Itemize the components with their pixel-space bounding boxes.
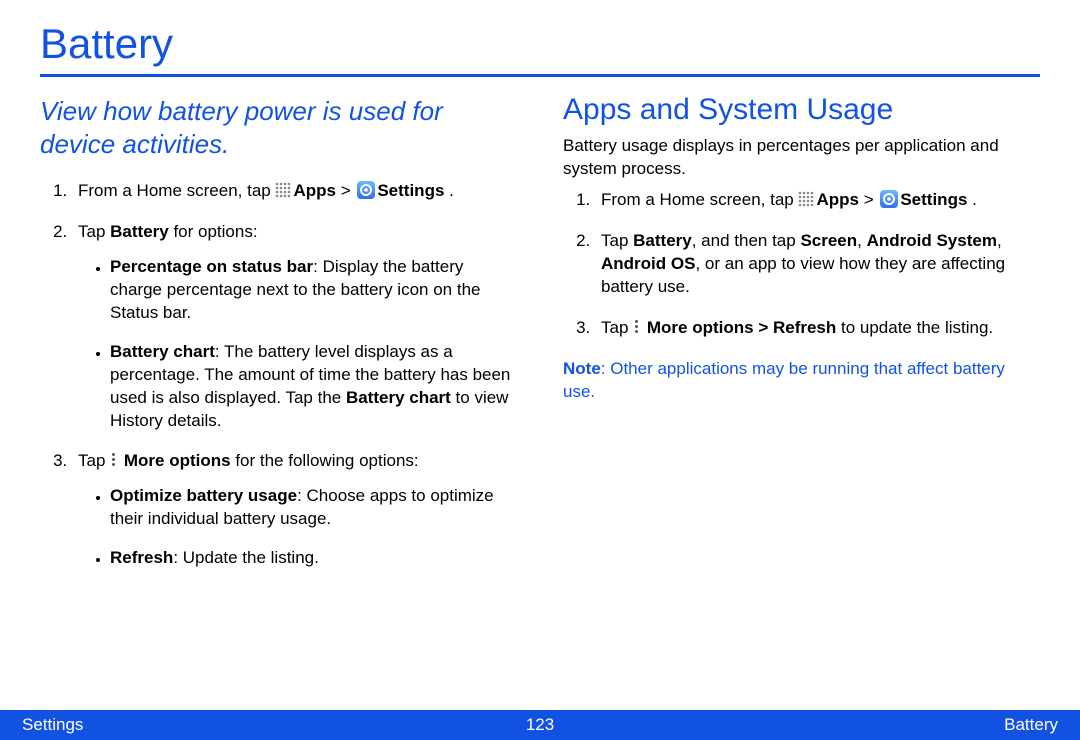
more-options-icon — [635, 318, 638, 335]
section-intro: Battery usage displays in percentages pe… — [563, 135, 1040, 181]
page-title: Battery — [40, 20, 1040, 68]
bullet-optimize: Optimize battery usage: Choose apps to o… — [110, 485, 517, 531]
gt: > — [336, 181, 355, 200]
text: Tap — [78, 451, 110, 470]
right-steps: From a Home screen, tap Apps > — [563, 189, 1040, 340]
apps-label: Apps — [816, 190, 859, 209]
left-column: View how battery power is used for devic… — [40, 95, 517, 588]
note-text: : Other applications may be running that… — [563, 359, 1005, 401]
text: for options: — [169, 222, 258, 241]
note-label: Note — [563, 359, 601, 378]
b-text: : Update the listing. — [173, 548, 319, 567]
b-title: Optimize battery usage — [110, 486, 297, 505]
title-rule — [40, 74, 1040, 77]
settings-gear-icon — [357, 181, 375, 199]
footer: Settings 123 Battery — [0, 710, 1080, 740]
more-options-label: More options — [124, 451, 231, 470]
more-refresh-label: More options > Refresh — [647, 318, 836, 337]
right-column: Apps and System Usage Battery usage disp… — [563, 95, 1040, 588]
text: to update the listing. — [836, 318, 993, 337]
text: From a Home screen, tap — [78, 181, 275, 200]
intro-text: View how battery power is used for devic… — [40, 95, 517, 160]
right-step-3: Tap More options > Refresh to update the… — [595, 317, 1040, 340]
apps-label: Apps — [293, 181, 336, 200]
right-step-2: Tap Battery, and then tap Screen, Androi… — [595, 230, 1040, 299]
settings-label: Settings — [377, 181, 444, 200]
more-options-icon — [112, 451, 115, 468]
left-step-2: Tap Battery for options: Percentage on s… — [72, 221, 517, 433]
b-title2: Battery chart — [346, 388, 451, 407]
bullet-percentage: Percentage on status bar: Display the ba… — [110, 256, 517, 325]
b-title: Percentage on status bar — [110, 257, 313, 276]
right-step-1: From a Home screen, tap Apps > — [595, 189, 1040, 212]
footer-page-number: 123 — [0, 715, 1080, 735]
left-step-1: From a Home screen, tap Apps > — [72, 180, 517, 203]
left-step-3-bullets: Optimize battery usage: Choose apps to o… — [78, 485, 517, 570]
left-step-2-bullets: Percentage on status bar: Display the ba… — [78, 256, 517, 433]
note: Note: Other applications may be running … — [563, 358, 1040, 404]
text: Tap — [601, 231, 633, 250]
text: From a Home screen, tap — [601, 190, 798, 209]
bullet-refresh: Refresh: Update the listing. — [110, 547, 517, 570]
period: . — [967, 190, 976, 209]
gt: > — [859, 190, 878, 209]
bullet-battery-chart: Battery chart: The battery level display… — [110, 341, 517, 433]
left-step-3: Tap More options for the following optio… — [72, 450, 517, 570]
text: Tap — [78, 222, 110, 241]
apps-grid-icon — [798, 191, 814, 207]
columns: View how battery power is used for devic… — [40, 95, 1040, 588]
b-title: Battery chart — [110, 342, 215, 361]
text: for the following options: — [231, 451, 419, 470]
period: . — [444, 181, 453, 200]
settings-label: Settings — [900, 190, 967, 209]
left-steps: From a Home screen, tap Apps > — [40, 180, 517, 570]
section-heading: Apps and System Usage — [563, 93, 1040, 127]
battery-label: Battery — [110, 222, 169, 241]
b-title: Refresh — [110, 548, 173, 567]
page: Battery View how battery power is used f… — [0, 20, 1080, 740]
settings-gear-icon — [880, 190, 898, 208]
text: Tap — [601, 318, 633, 337]
apps-grid-icon — [275, 182, 291, 198]
